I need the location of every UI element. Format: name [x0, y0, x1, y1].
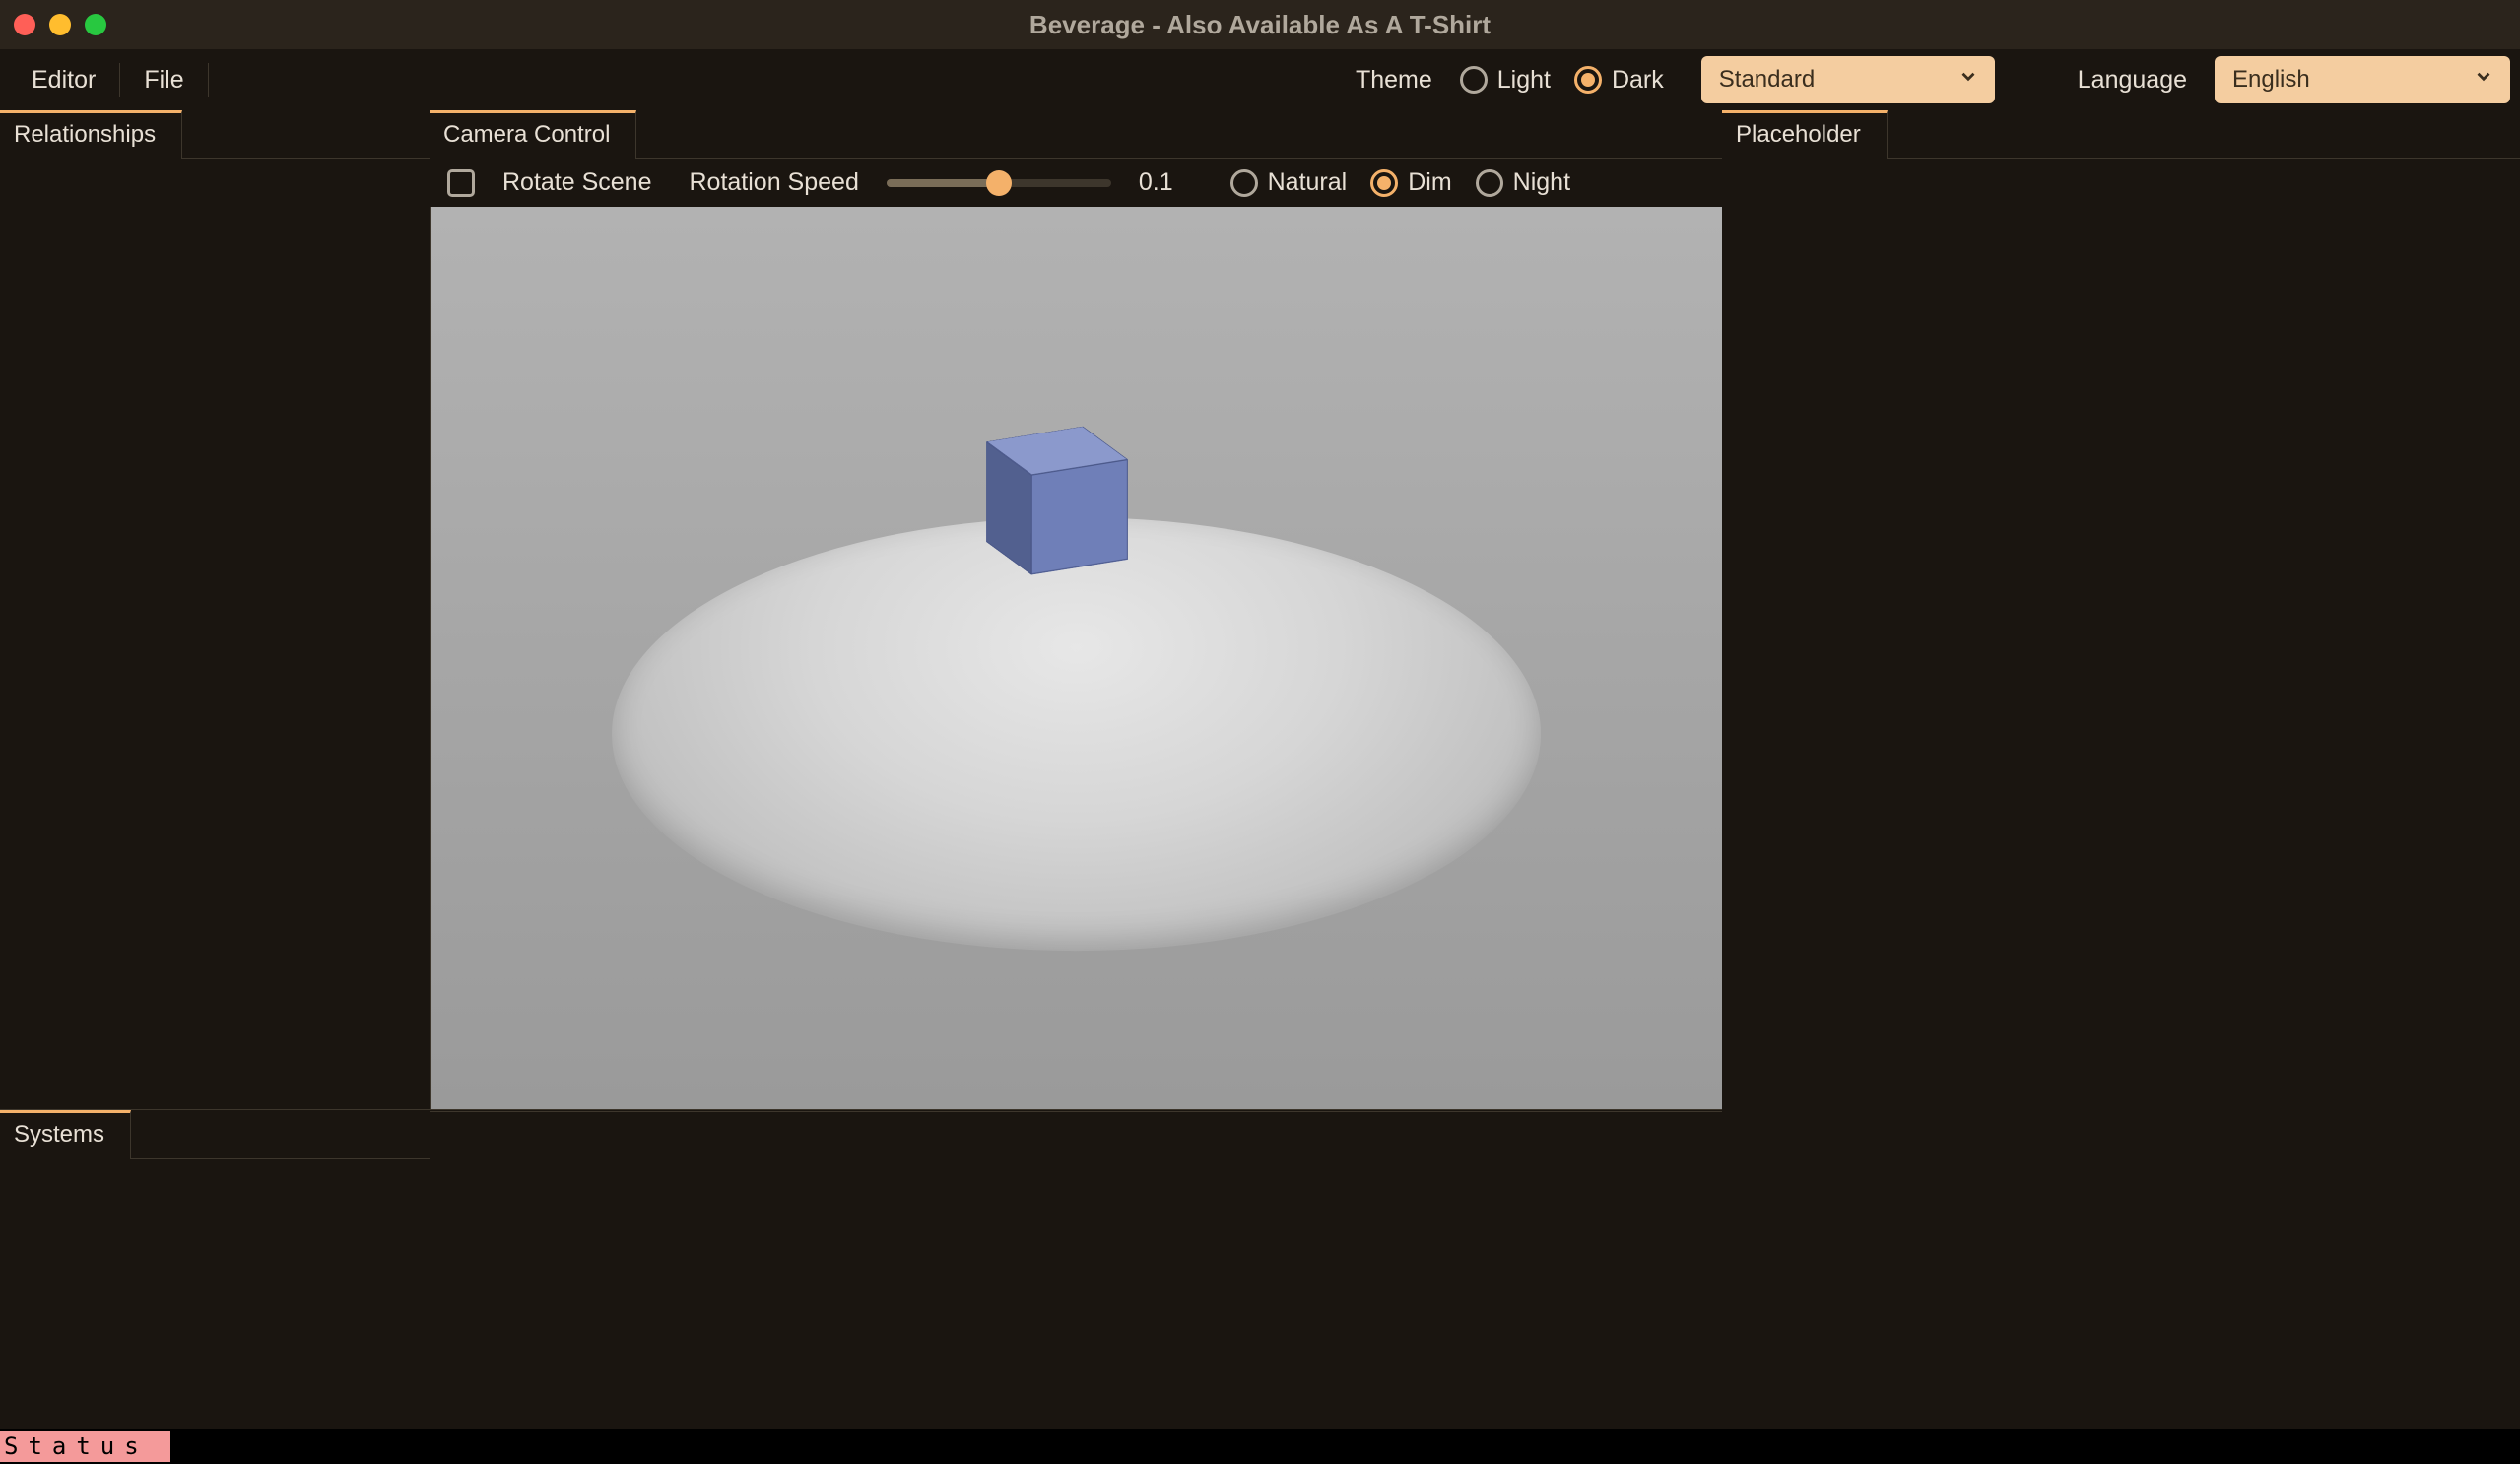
maximize-window-button[interactable] [85, 14, 106, 35]
slider-thumb[interactable] [986, 170, 1012, 196]
tab-strip-spacer [636, 110, 1722, 159]
lighting-radio-group: Natural Dim Night [1230, 168, 1584, 197]
lighting-radio-natural[interactable] [1230, 169, 1258, 197]
center-tabs: Camera Control [430, 110, 1722, 159]
3d-viewport[interactable] [430, 207, 1722, 1109]
tab-strip-spacer [182, 110, 430, 159]
workspace: Relationships Systems Camera Control Rot… [0, 110, 2520, 1429]
theme-variant-value: Standard [1719, 66, 1815, 94]
right-column: Placeholder [1722, 110, 2520, 1429]
window-title: Beverage - Also Available As A T-Shirt [0, 10, 2520, 40]
titlebar: Beverage - Also Available As A T-Shirt [0, 0, 2520, 49]
theme-radio-dark[interactable] [1574, 66, 1602, 94]
rotation-speed-value: 0.1 [1139, 168, 1173, 197]
theme-variant-select[interactable]: Standard [1701, 56, 1995, 103]
theme-label: Theme [1356, 66, 1436, 95]
tab-relationships[interactable]: Relationships [0, 110, 182, 159]
status-text: Status [0, 1431, 170, 1462]
minimize-window-button[interactable] [49, 14, 71, 35]
camera-control-bar: Rotate Scene Rotation Speed 0.1 Natural … [430, 159, 1722, 207]
lighting-natural-label: Natural [1268, 168, 1348, 197]
tab-strip-spacer [131, 1110, 430, 1159]
theme-radio-light-label: Light [1497, 66, 1551, 95]
left-tabs: Relationships [0, 110, 430, 159]
systems-panel [0, 1159, 430, 1429]
tab-strip-spacer [1888, 110, 2520, 159]
lighting-dim-label: Dim [1408, 168, 1451, 197]
lighting-night-label: Night [1513, 168, 1570, 197]
language-label: Language [2078, 66, 2191, 95]
rotation-speed-slider[interactable] [887, 179, 1111, 187]
bottom-panel-center [430, 1109, 1722, 1429]
right-tabs: Placeholder [1722, 110, 2520, 159]
systems-panel-body [430, 1112, 1722, 1429]
scene-cube [1009, 442, 1105, 558]
status-bar: Status [0, 1429, 2520, 1464]
slider-fill [887, 179, 999, 187]
menu-editor[interactable]: Editor [10, 60, 117, 100]
menu-file[interactable]: File [122, 60, 205, 100]
center-column: Camera Control Rotate Scene Rotation Spe… [430, 110, 1722, 1429]
bottom-tabs: Systems [0, 1110, 430, 1159]
theme-radio-light[interactable] [1460, 66, 1488, 94]
rotate-scene-label: Rotate Scene [502, 168, 652, 197]
ground-plane [612, 517, 1542, 951]
lighting-radio-dim[interactable] [1370, 169, 1398, 197]
close-window-button[interactable] [14, 14, 35, 35]
language-select[interactable]: English [2215, 56, 2510, 103]
bottom-panel-left: Systems [0, 1109, 430, 1429]
relationships-panel [0, 159, 430, 1109]
language-value: English [2232, 66, 2310, 94]
tab-camera-control[interactable]: Camera Control [430, 110, 636, 159]
left-column: Relationships Systems [0, 110, 430, 1429]
theme-radio-group: Light Dark [1460, 66, 1678, 95]
lighting-radio-night[interactable] [1476, 169, 1503, 197]
window-controls [14, 14, 106, 35]
rotation-speed-label: Rotation Speed [690, 168, 859, 197]
placeholder-panel [1722, 159, 2520, 1429]
rotate-scene-checkbox[interactable] [447, 169, 475, 197]
chevron-down-icon [1957, 66, 1979, 95]
top-toolbar: Editor File Theme Light Dark Standard La… [0, 49, 2520, 110]
menu-divider [119, 63, 120, 97]
tab-placeholder[interactable]: Placeholder [1722, 110, 1888, 159]
theme-radio-dark-label: Dark [1612, 66, 1664, 95]
menu-divider [208, 63, 209, 97]
tab-systems[interactable]: Systems [0, 1110, 131, 1159]
chevron-down-icon [2473, 66, 2494, 95]
